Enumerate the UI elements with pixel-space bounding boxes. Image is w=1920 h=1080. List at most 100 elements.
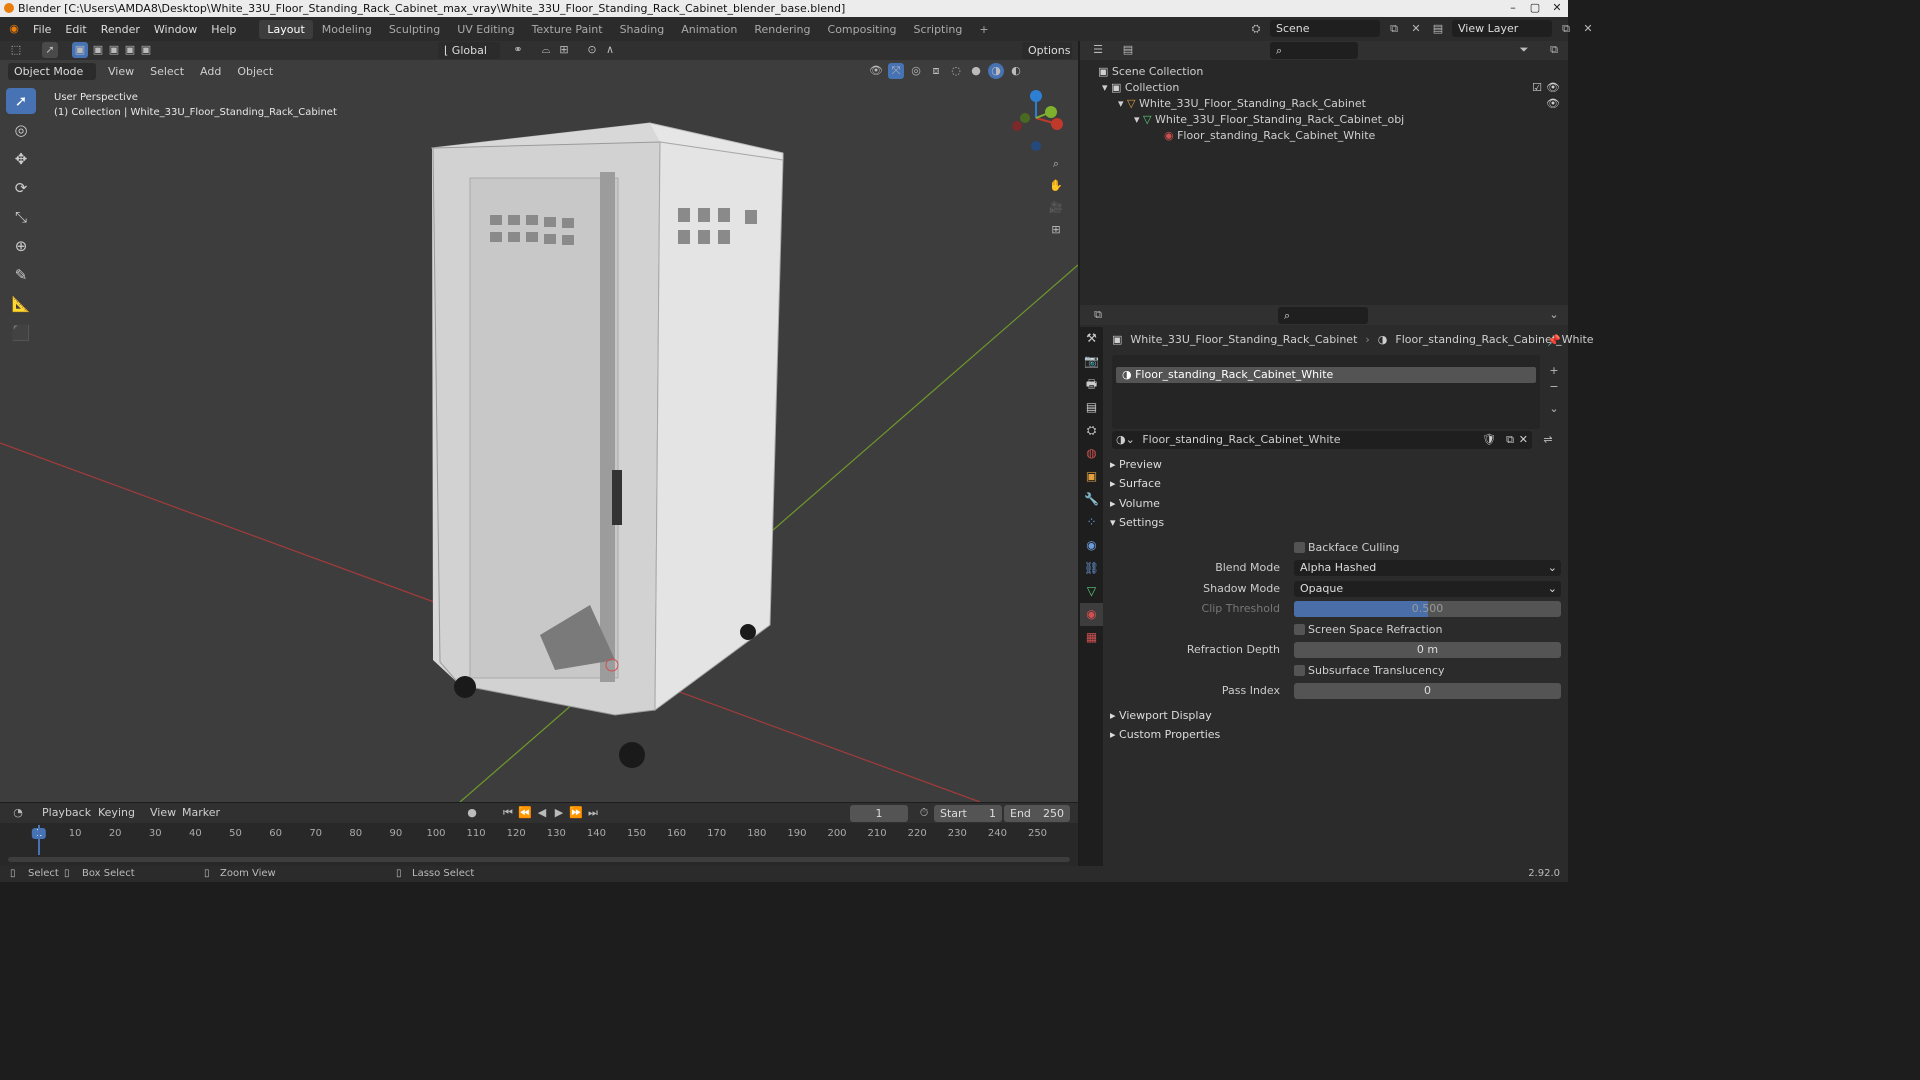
menu-edit[interactable]: Edit (58, 23, 93, 36)
snap-target-icon[interactable]: ⊞ (556, 42, 572, 58)
backface-culling-checkbox[interactable] (1294, 542, 1305, 553)
timeline-menu-playback[interactable]: Playback (42, 806, 91, 819)
play-icon[interactable]: ▶ (551, 805, 567, 821)
panel-surface[interactable]: ▸ Surface (1110, 475, 1161, 493)
options-dropdown[interactable]: Options (1022, 42, 1072, 59)
tab-tool-icon[interactable]: ⚒ (1080, 327, 1103, 350)
pan-hand-icon[interactable]: ✋ (1048, 178, 1064, 194)
select-tool-icon[interactable]: ➚ (42, 42, 58, 58)
proportional-edit-icon[interactable]: ⊙ (584, 42, 600, 58)
annotate-tool-icon[interactable]: ✎ (6, 262, 36, 288)
select-extend-icon[interactable]: ▣ (90, 42, 106, 58)
scene-name-field[interactable]: Scene (1270, 20, 1380, 37)
next-keyframe-icon[interactable]: ⏩ (568, 805, 584, 821)
new-collection-icon[interactable]: ⧉ (1546, 42, 1562, 58)
outliner-row-collection[interactable]: ▾ ▣ Collection ☑ 👁 (1102, 80, 1562, 96)
timeline-menu-keying[interactable]: Keying (98, 806, 135, 819)
shading-wireframe-icon[interactable]: ◌ (948, 63, 964, 79)
record-icon[interactable]: ● (464, 805, 480, 821)
material-browse-icon[interactable]: ◑⌄ (1112, 433, 1139, 446)
gizmo-toggle-icon[interactable]: ⤧ (888, 63, 904, 79)
tab-render-icon[interactable]: 📷 (1080, 350, 1103, 373)
exclude-checkbox[interactable]: ☑ (1532, 80, 1542, 96)
tab-texture-paint[interactable]: Texture Paint (524, 20, 611, 39)
shading-material-icon[interactable]: ◑ (988, 63, 1004, 79)
transform-orientation-dropdown[interactable]: ⌊ Global (438, 42, 500, 59)
jump-start-icon[interactable]: ⏮ (500, 805, 516, 821)
timeline-menu-marker[interactable]: Marker (182, 806, 220, 819)
select-subtract-icon[interactable]: ▣ (106, 42, 122, 58)
mode-dropdown[interactable]: Object Mode (8, 63, 96, 80)
blend-mode-dropdown[interactable]: Alpha Hashed ⌄ (1294, 560, 1561, 576)
slot-specials-icon[interactable]: ⌄ (1546, 401, 1562, 417)
tab-texture-icon[interactable]: ▦ (1080, 626, 1103, 649)
remove-slot-icon[interactable]: − (1546, 379, 1562, 395)
outliner-search-input[interactable]: ⌕ (1270, 42, 1358, 59)
pin-icon[interactable]: 📌 (1546, 333, 1562, 349)
panel-custom-properties[interactable]: ▸ Custom Properties (1110, 726, 1220, 744)
tab-particles-icon[interactable]: ⁘ (1080, 511, 1103, 534)
ssr-checkbox[interactable] (1294, 624, 1305, 635)
object-eye-icon[interactable]: 👁 (1546, 96, 1560, 112)
fake-user-icon[interactable]: 🛡 (1482, 431, 1496, 449)
collection-eye-icon[interactable]: 👁 (1546, 80, 1560, 96)
filter-icon[interactable]: ⏷ (1516, 42, 1532, 58)
outliner-row-object[interactable]: ▾ ▽ White_33U_Floor_Standing_Rack_Cabine… (1118, 96, 1562, 112)
viewport-menu-view[interactable]: View (104, 65, 138, 78)
panel-preview[interactable]: ▸ Preview (1110, 456, 1162, 474)
unlink-material-icon[interactable]: ✕ (1519, 431, 1528, 449)
add-workspace-icon[interactable]: + (971, 20, 996, 39)
cursor-tool-icon[interactable]: ◎ (6, 117, 36, 143)
tab-view-layer-icon[interactable]: ▤ (1080, 396, 1103, 419)
tab-output-icon[interactable]: 🖶 (1080, 373, 1103, 396)
visibility-icon[interactable]: 👁 (868, 63, 884, 79)
shading-rendered-icon[interactable]: ◐ (1008, 63, 1024, 79)
tab-scripting[interactable]: Scripting (905, 20, 970, 39)
display-mode-icon[interactable]: ▤ (1120, 42, 1136, 58)
timeline-menu-view[interactable]: View (150, 806, 176, 819)
view-layer-field[interactable]: View Layer (1452, 20, 1552, 37)
outliner-row-scene-collection[interactable]: ▣ Scene Collection (1098, 64, 1203, 80)
new-view-layer-icon[interactable]: ⧉ (1558, 21, 1574, 37)
clip-threshold-slider[interactable]: 0.500 (1294, 601, 1561, 617)
measure-tool-icon[interactable]: 📐 (6, 291, 36, 317)
remove-scene-icon[interactable]: ✕ (1408, 21, 1424, 37)
tab-scene-icon[interactable]: ⛭ (1080, 419, 1103, 442)
timeline-editor-type-icon[interactable]: ◔ (10, 805, 26, 821)
panel-volume[interactable]: ▸ Volume (1110, 495, 1160, 513)
move-tool-icon[interactable]: ✥ (6, 146, 36, 172)
jump-end-icon[interactable]: ⏭ (585, 805, 601, 821)
refraction-depth-field[interactable]: 0 m (1294, 642, 1561, 658)
tab-shading[interactable]: Shading (612, 20, 673, 39)
tab-material-icon[interactable]: ◉ (1080, 603, 1103, 626)
editor-type-icon[interactable]: ⬚ (8, 42, 24, 58)
select-new-icon[interactable]: ▣ (72, 42, 88, 58)
outliner-row-mesh[interactable]: ▾ ▽ White_33U_Floor_Standing_Rack_Cabine… (1134, 112, 1404, 128)
falloff-icon[interactable]: ∧ (602, 42, 618, 58)
sss-checkbox[interactable] (1294, 665, 1305, 676)
rack-cabinet-model[interactable] (431, 122, 784, 768)
viewport-menu-object[interactable]: Object (233, 65, 277, 78)
snap-icon[interactable]: ⌓ (538, 42, 554, 58)
tab-compositing[interactable]: Compositing (820, 20, 905, 39)
menu-file[interactable]: File (26, 23, 58, 36)
scale-tool-icon[interactable]: ⤡ (6, 204, 36, 230)
outliner-editor-type-icon[interactable]: ☰ (1090, 42, 1106, 58)
start-frame-field[interactable]: Start 1 (934, 805, 1002, 822)
material-slot-item[interactable]: ◑ Floor_standing_Rack_Cabinet_White (1116, 367, 1536, 383)
end-frame-field[interactable]: End 250 (1004, 805, 1070, 822)
rotate-tool-icon[interactable]: ⟳ (6, 175, 36, 201)
duplicate-material-icon[interactable]: ⧉ (1506, 431, 1514, 449)
3d-viewport[interactable]: Object Mode View Select Add Object 👁 ⤧ ◎… (0, 60, 1078, 802)
timeline-scrollbar[interactable] (8, 857, 1070, 862)
playhead[interactable] (38, 825, 40, 855)
tab-rendering[interactable]: Rendering (746, 20, 818, 39)
select-intersect-icon[interactable]: ▣ (138, 42, 154, 58)
play-reverse-icon[interactable]: ◀ (534, 805, 550, 821)
add-slot-icon[interactable]: + (1546, 363, 1562, 379)
view-layer-icon[interactable]: ▤ (1430, 21, 1446, 37)
menu-help[interactable]: Help (204, 23, 243, 36)
menu-window[interactable]: Window (147, 23, 204, 36)
transform-tool-icon[interactable]: ⊕ (6, 233, 36, 259)
overlays-icon[interactable]: ◎ (908, 63, 924, 79)
